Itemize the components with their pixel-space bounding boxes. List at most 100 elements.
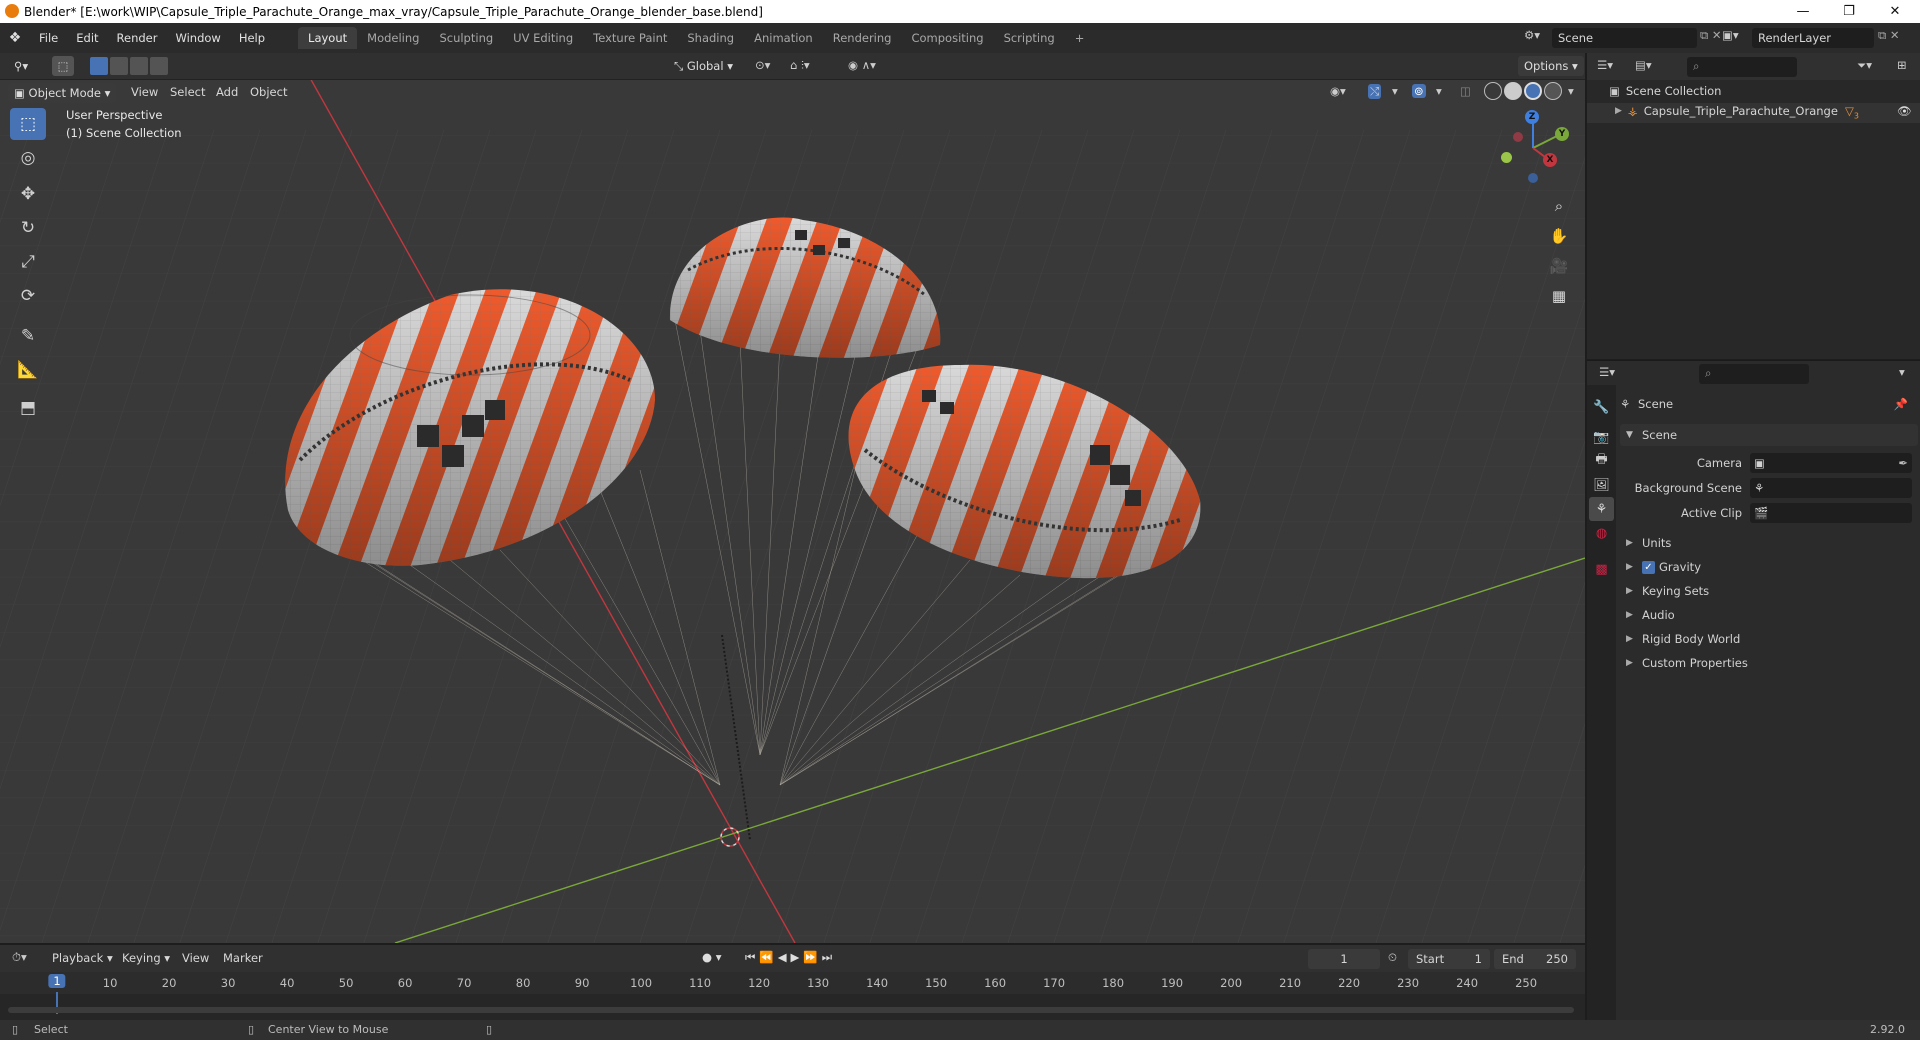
jump-end-icon[interactable]: ⏭ bbox=[822, 950, 836, 964]
active-clip-field[interactable]: 🎬 bbox=[1750, 503, 1912, 523]
gizmo-y-axis[interactable]: Y bbox=[1555, 127, 1569, 141]
current-frame-marker[interactable]: 1 bbox=[48, 974, 66, 988]
scene-tab-icon[interactable]: ⚘ bbox=[1589, 497, 1614, 521]
menu-render[interactable]: Render bbox=[108, 31, 167, 45]
view-layer-tab-icon[interactable]: 🖼 bbox=[1589, 473, 1614, 497]
outliner-object-item[interactable]: ▶ ⚶ Capsule_Triple_Parachute_Orange bbox=[1615, 104, 1838, 118]
view-layer-icon[interactable]: ▣▾ bbox=[1722, 28, 1748, 42]
tab-scripting[interactable]: Scripting bbox=[994, 27, 1065, 49]
close-button[interactable]: ✕ bbox=[1872, 0, 1918, 23]
timeline-ruler[interactable]: 1 10 20 30 40 50 60 70 80 90 100 110 120 130 140 150 160… bbox=[0, 972, 1585, 1022]
play-reverse-icon[interactable]: ◀ bbox=[778, 950, 791, 964]
section-audio[interactable]: ▶ Audio bbox=[1620, 604, 1920, 626]
3d-viewport[interactable]: ⬚ ◎ ✥ ↻ ⤢ ⟳ ✎ 📐 ⬒ User Perspective (1) S… bbox=[0, 80, 1585, 943]
blender-menu-icon[interactable]: ❖ bbox=[0, 30, 30, 46]
start-frame-field[interactable]: Start 1 bbox=[1408, 949, 1490, 969]
tab-layout[interactable]: Layout bbox=[298, 27, 358, 49]
section-rigid-body-world[interactable]: ▶ Rigid Body World bbox=[1620, 628, 1920, 650]
current-frame-field[interactable]: 1 bbox=[1308, 949, 1380, 969]
overlay-toggle-icon[interactable]: ⊚ bbox=[1412, 84, 1426, 98]
menu-help[interactable]: Help bbox=[230, 31, 274, 45]
outliner-editor-type-icon[interactable]: ☰▾ bbox=[1597, 58, 1613, 72]
pan-hand-icon[interactable]: ✋ bbox=[1545, 222, 1573, 250]
gravity-checkbox[interactable]: ✓ bbox=[1642, 560, 1655, 574]
section-units[interactable]: ▶ Units bbox=[1620, 532, 1920, 554]
timeline-scrollbar[interactable] bbox=[8, 1007, 1574, 1013]
next-keyframe-icon[interactable]: ⏩ bbox=[803, 950, 821, 964]
timeline-menu-keying[interactable]: Keying ▾ bbox=[114, 951, 178, 965]
object-mode-dropdown[interactable]: ▣ Object Mode ▾ bbox=[8, 83, 117, 103]
eyedropper-icon[interactable]: ✒ bbox=[1898, 456, 1912, 470]
preview-range-icon[interactable]: ⏲ bbox=[1388, 950, 1397, 965]
select-subtract-icon[interactable] bbox=[130, 57, 148, 75]
record-icon[interactable]: ● ▾ bbox=[702, 950, 721, 964]
pin-icon[interactable]: 📌 bbox=[1894, 397, 1908, 411]
timeline-menu-view[interactable]: View bbox=[174, 951, 217, 965]
tab-compositing[interactable]: Compositing bbox=[901, 27, 993, 49]
xray-toggle-icon[interactable]: ◫ bbox=[1460, 84, 1471, 98]
visibility-toggle-icon[interactable]: ◉▾ bbox=[1330, 84, 1346, 98]
timeline-menu-playback[interactable]: Playback ▾ bbox=[44, 951, 121, 965]
outliner-row-collection[interactable]: ▣ Scene Collection bbox=[1609, 84, 1721, 98]
viewport-menu-object[interactable]: Object bbox=[242, 85, 295, 99]
expand-arrow-icon[interactable]: ▶ bbox=[1615, 106, 1622, 116]
material-preview-icon[interactable] bbox=[1524, 82, 1542, 100]
maximize-button[interactable]: ❐ bbox=[1826, 0, 1872, 23]
tool-tab-icon[interactable]: 🔧 bbox=[1589, 395, 1614, 419]
proportional-editing-icon[interactable]: ◉ ∧▾ bbox=[848, 58, 876, 72]
world-tab-icon[interactable]: ◍ bbox=[1589, 521, 1614, 545]
viewport-canvas[interactable] bbox=[0, 80, 1585, 943]
timeline-editor-type-icon[interactable]: ⏱▾ bbox=[12, 950, 27, 965]
viewport-menu-select[interactable]: Select bbox=[162, 85, 213, 99]
scale-tool-icon[interactable]: ⤢ bbox=[10, 246, 46, 278]
scene-selector-icon[interactable]: ⚙▾ bbox=[1524, 28, 1550, 48]
tab-animation[interactable]: Animation bbox=[744, 27, 823, 49]
tab-uv-editing[interactable]: UV Editing bbox=[503, 27, 583, 49]
background-scene-field[interactable]: ⚘ bbox=[1750, 478, 1912, 498]
tab-texture-paint[interactable]: Texture Paint bbox=[583, 27, 677, 49]
wireframe-shading-icon[interactable] bbox=[1484, 82, 1502, 100]
zoom-icon[interactable]: ⌕ bbox=[1545, 192, 1573, 220]
viewport-menu-view[interactable]: View bbox=[123, 85, 166, 99]
tab-shading[interactable]: Shading bbox=[677, 27, 744, 49]
properties-editor-type-icon[interactable]: ☰▾ bbox=[1599, 365, 1615, 379]
tab-sculpting[interactable]: Sculpting bbox=[429, 27, 503, 49]
rotate-tool-icon[interactable]: ↻ bbox=[10, 212, 46, 244]
menu-file[interactable]: File bbox=[30, 31, 67, 45]
jump-start-icon[interactable]: ⏮ bbox=[745, 950, 759, 964]
add-cube-tool-icon[interactable]: ⬒ bbox=[10, 392, 46, 424]
prev-keyframe-icon[interactable]: ⏪ bbox=[759, 950, 777, 964]
scene-new-icon[interactable]: ⧉ ✕ bbox=[1700, 28, 1722, 43]
transform-orientation-dropdown[interactable]: ⤡ Global ▾ bbox=[668, 56, 739, 76]
camera-field[interactable]: ▣ ✒ bbox=[1750, 453, 1912, 473]
transform-tool-icon[interactable]: ⟳ bbox=[10, 280, 46, 312]
section-keying-sets[interactable]: ▶ Keying Sets bbox=[1620, 580, 1920, 602]
measure-tool-icon[interactable]: 📐 bbox=[10, 354, 46, 386]
select-invert-icon[interactable] bbox=[150, 57, 168, 75]
minimize-button[interactable]: — bbox=[1780, 0, 1826, 23]
menu-window[interactable]: Window bbox=[166, 31, 229, 45]
gizmo-toggle-icon[interactable]: ⤭ bbox=[1368, 84, 1382, 99]
overlay-dropdown-icon[interactable]: ▾ bbox=[1436, 84, 1442, 98]
select-extend-icon[interactable] bbox=[110, 57, 128, 75]
shading-mode-buttons[interactable] bbox=[1484, 82, 1562, 100]
section-gravity[interactable]: ▶ ✓ Gravity bbox=[1620, 556, 1920, 578]
gizmo-dropdown-icon[interactable]: ▾ bbox=[1392, 84, 1398, 98]
section-custom-properties[interactable]: ▶ Custom Properties bbox=[1620, 652, 1920, 674]
menu-edit[interactable]: Edit bbox=[67, 31, 107, 45]
select-box-tool-icon[interactable]: ⬚ bbox=[10, 108, 46, 140]
render-tab-icon[interactable]: 📷 bbox=[1589, 425, 1614, 449]
navigation-gizmo[interactable]: Z Y X bbox=[1495, 110, 1575, 183]
viewport-menu-add[interactable]: Add bbox=[208, 85, 246, 99]
properties-options-icon[interactable]: ▾ bbox=[1899, 365, 1905, 379]
editor-type-icon[interactable]: ⚲▾ bbox=[8, 56, 34, 76]
outliner-search-input[interactable]: ⌕ bbox=[1687, 57, 1797, 77]
add-workspace-button[interactable]: + bbox=[1065, 27, 1095, 49]
play-icon[interactable]: ▶ bbox=[791, 950, 804, 964]
tab-rendering[interactable]: Rendering bbox=[823, 27, 902, 49]
playback-controls[interactable]: ⏮⏪◀▶⏩⏭ bbox=[745, 950, 836, 965]
end-frame-field[interactable]: End 250 bbox=[1494, 949, 1576, 969]
move-tool-icon[interactable]: ✥ bbox=[10, 178, 46, 210]
gizmo-neg-y-axis[interactable] bbox=[1501, 152, 1512, 163]
scene-panel-header[interactable]: ▼ Scene bbox=[1620, 424, 1918, 446]
